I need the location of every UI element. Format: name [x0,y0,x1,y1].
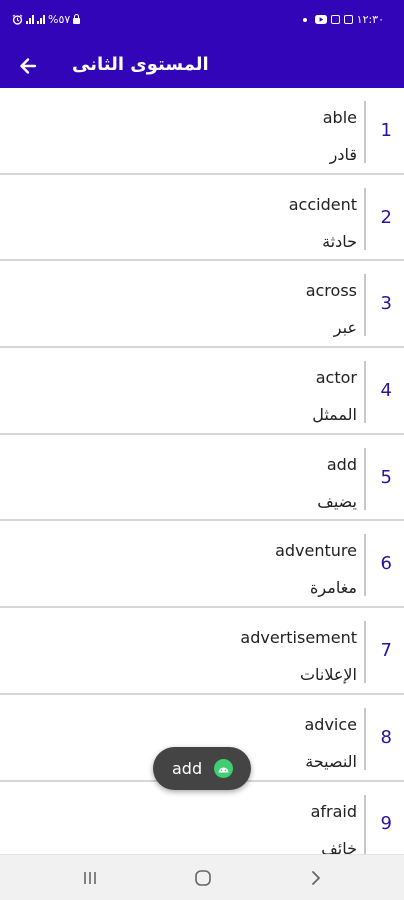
page-title: المستوى الثانى [72,54,209,75]
arabic-translation: يضيف [317,491,357,511]
home-icon [195,870,211,886]
item-number: 1 [380,119,392,141]
arrow-left-icon [20,58,37,74]
english-word: accident [288,194,357,214]
item-number: 6 [380,553,392,575]
english-word: able [322,108,357,127]
arabic-translation: النصيحة [305,751,357,771]
word-list[interactable]: 1 able قادر 2 accident حادثة 3 across عبر 4 actor ا… [0,88,404,854]
instagram-icon [330,15,340,24]
home-button[interactable] [183,864,223,892]
back-button[interactable] [10,48,46,84]
status-bar: %٥٧ ١٢:٣٠ [0,0,404,44]
arabic-translation: الممثل [312,405,357,425]
app-bar: المستوى الثانى [0,44,404,88]
row-divider [364,621,366,684]
add-button[interactable]: add [153,747,251,790]
arabic-translation: قادر [329,145,357,164]
signal-icon [26,15,34,24]
recent-apps-icon [84,872,96,884]
item-number: 2 [380,206,392,228]
item-number: 7 [380,639,392,661]
arabic-translation: مغامرة [310,578,357,598]
list-item[interactable]: 2 accident حادثة [0,175,404,262]
signal-icon [37,15,45,24]
list-item[interactable]: 4 actor الممثل [0,348,404,435]
lock-icon [73,14,81,24]
row-divider [364,534,366,597]
arabic-translation: حادثة [322,231,357,251]
notification-dot-icon [302,17,307,22]
english-word: across [305,281,357,301]
item-number: 4 [380,379,392,401]
list-item[interactable]: 6 adventure مغامرة [0,521,404,609]
row-divider [364,274,366,337]
back-chevron-icon [312,871,320,885]
row-divider [364,187,366,250]
system-back-button[interactable] [296,864,336,892]
list-item[interactable]: 5 add يضيف [0,435,404,522]
row-divider [364,361,366,424]
status-right: ١٢:٣٠ [302,13,384,26]
recent-apps-button[interactable] [70,864,110,892]
list-item[interactable]: 1 able قادر [0,88,404,175]
item-number: 5 [380,466,392,488]
english-word: actor [315,368,357,388]
english-word: advertisement [240,628,357,648]
status-left: %٥٧ [12,13,81,26]
arabic-translation: خائف [321,838,357,855]
battery-text: %٥٧ [48,13,71,26]
list-item[interactable]: 3 across عبر [0,261,404,349]
list-item[interactable]: 9 afraid خائف [0,782,404,855]
row-divider [364,794,366,854]
row-divider [364,101,366,163]
english-word: add [326,454,357,474]
clock-text: ١٢:٣٠ [356,13,384,26]
arabic-translation: عبر [333,318,357,338]
youtube-icon [314,15,327,24]
english-word: advice [304,714,357,734]
gallery-icon [343,15,353,24]
item-number: 9 [380,813,392,835]
list-item[interactable]: 7 advertisement الإعلانات [0,608,404,695]
item-number: 3 [380,293,392,315]
row-divider [364,447,366,510]
alarm-icon [12,14,23,25]
item-number: 8 [380,726,392,748]
english-word: adventure [275,541,357,561]
android-icon [214,759,233,778]
row-divider [364,707,366,770]
add-button-label: add [172,759,203,778]
navigation-bar [0,854,404,900]
arabic-translation: الإعلانات [299,665,357,685]
english-word: afraid [310,801,357,821]
